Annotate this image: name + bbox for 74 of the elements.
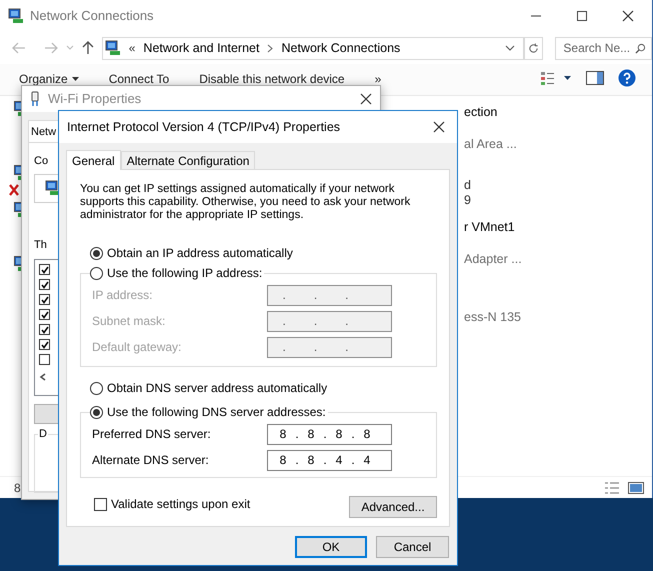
checkbox[interactable] — [39, 354, 50, 366]
field-label: Alternate DNS server: — [92, 452, 210, 469]
tab[interactable]: Alternate Configuration — [120, 151, 256, 169]
connection-detail: ess-N 135 — [464, 310, 522, 325]
status-text: 8 — [14, 480, 21, 496]
details-view-icon[interactable] — [604, 480, 620, 494]
checkbox[interactable] — [39, 294, 50, 306]
checkbox[interactable] — [39, 279, 50, 290]
scroll-left-icon[interactable] — [39, 373, 47, 382]
checkbox[interactable] — [39, 339, 50, 350]
tab[interactable]: Netw — [28, 120, 60, 142]
tab[interactable]: General — [66, 150, 121, 170]
toolbar-button[interactable]: » — [374, 70, 382, 88]
connection-detail: al Area ... — [464, 137, 518, 152]
toolbar-button[interactable]: Disable this network device — [199, 70, 345, 88]
maximize-icon[interactable] — [576, 10, 588, 22]
description-text: You can get IP settings assigned automatically if your network supports this capability. Otherwise, you need to ask your network administrator for the appropriate IP settings. — [80, 183, 412, 222]
help-icon[interactable] — [618, 69, 636, 87]
radio-button[interactable] — [90, 246, 103, 260]
window-title: Wi-Fi Properties — [48, 90, 142, 108]
connection-name: r VMnet1 — [464, 220, 516, 235]
close-icon[interactable] — [433, 121, 445, 133]
network-folder-icon — [8, 8, 24, 24]
network-folder-icon — [104, 40, 121, 56]
chevron-down-icon[interactable] — [504, 45, 515, 51]
checkbox-label: Validate settings upon exit — [111, 496, 250, 513]
connection-detail: d — [464, 178, 472, 193]
window-title: Network Connections — [30, 7, 154, 26]
toolbar-button[interactable]: Organize — [19, 70, 79, 88]
address-bar[interactable]: « Network and Internet Network Connections — [102, 36, 524, 60]
tiles-view-icon[interactable] — [628, 482, 644, 494]
section-label: Th — [34, 238, 47, 253]
close-icon[interactable] — [622, 10, 634, 22]
up-arrow-icon[interactable] — [82, 41, 94, 55]
checkbox[interactable] — [39, 309, 50, 320]
ip-address-field[interactable]: 8.8.4.4 — [267, 450, 392, 470]
radio-button[interactable] — [90, 382, 103, 394]
network-adapter-icon — [30, 91, 40, 107]
radio-label: Use the following IP address: — [107, 265, 262, 282]
ip-address-field[interactable]: 8.8.8.8 — [267, 424, 392, 444]
breadcrumb-overflow[interactable]: « — [128, 39, 136, 57]
view-options-icon[interactable] — [540, 70, 572, 86]
advanced-button[interactable]: Advanced... — [349, 496, 437, 518]
field-label: IP address: — [92, 287, 154, 304]
breadcrumb-item[interactable]: Network and Internet — [143, 38, 260, 58]
connection-detail: Adapter ... — [464, 252, 522, 267]
radio-label: Obtain DNS server address automatically — [107, 380, 328, 397]
connection-detail: 9 — [464, 193, 472, 208]
disabled-x-icon — [9, 184, 19, 196]
ok-button[interactable]: OK — [295, 536, 367, 558]
connection-name: ection — [464, 105, 498, 120]
breadcrumb-item[interactable]: Network Connections — [281, 38, 400, 58]
radio-button[interactable] — [90, 266, 103, 280]
close-icon[interactable] — [360, 93, 372, 105]
checkbox[interactable] — [39, 324, 50, 336]
field-label: Preferred DNS server: — [92, 426, 212, 443]
radio-label: Use the following DNS server addresses: — [107, 404, 326, 421]
refresh-button[interactable] — [524, 36, 544, 60]
search-icon — [634, 42, 646, 54]
field-label: Default gateway: — [92, 339, 182, 356]
radio-button[interactable] — [90, 406, 103, 418]
field-label: Subnet mask: — [92, 313, 166, 330]
caret-icon — [72, 77, 79, 81]
toolbar-button[interactable]: Connect To — [108, 70, 170, 88]
preview-pane-icon[interactable] — [586, 71, 604, 85]
search-field[interactable]: Search Ne... — [555, 36, 652, 60]
radio-label: Obtain an IP address automatically — [107, 245, 293, 262]
chevron-right-icon — [267, 44, 274, 52]
section-label: Co — [34, 154, 48, 169]
checkbox[interactable] — [94, 498, 107, 510]
dialog-title: Internet Protocol Version 4 (TCP/IPv4) Properties — [67, 118, 340, 136]
checkbox[interactable] — [39, 264, 50, 276]
refresh-icon — [528, 42, 539, 54]
cancel-button[interactable]: Cancel — [376, 536, 449, 558]
